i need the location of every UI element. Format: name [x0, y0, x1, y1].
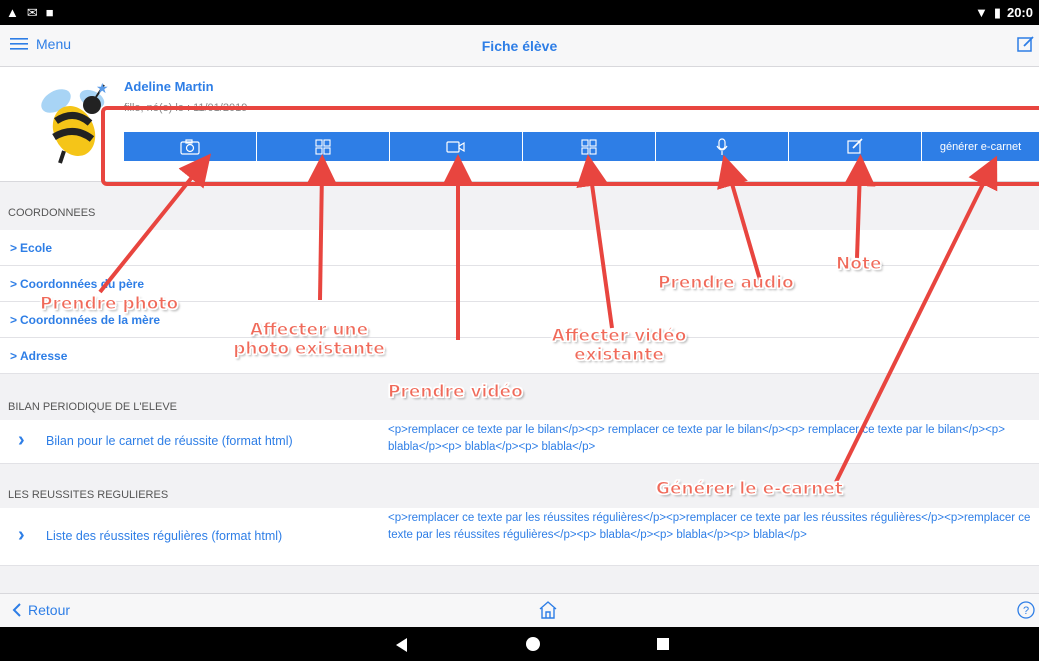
chevron-right-icon: › — [18, 524, 25, 546]
row-label: Coordonnées du père — [20, 276, 145, 291]
annotation-take-photo: Prendre photo — [39, 294, 179, 314]
row-ecole[interactable]: > Ecole — [0, 230, 1039, 266]
chevron-right-icon: > — [10, 276, 18, 291]
status-bar: ▲ ✉ ■ ▼ ▮ 20:0 — [0, 0, 1039, 25]
row-reussites[interactable]: › Liste des réussites régulières (format… — [0, 508, 1039, 566]
menu-label: Menu — [36, 36, 72, 52]
help-button[interactable]: ? — [1017, 601, 1035, 624]
section-title-coordonnees: COORDONNEES — [0, 182, 1039, 230]
system-back-icon[interactable] — [396, 638, 407, 652]
back-button[interactable]: Retour — [12, 602, 70, 618]
menu-button[interactable]: Menu — [10, 36, 71, 52]
svg-text:?: ? — [1023, 605, 1029, 617]
help-icon: ? — [1017, 601, 1035, 619]
home-icon — [539, 601, 557, 619]
row-label: Liste des réussites régulières (format h… — [46, 529, 283, 543]
section-title-reussites: LES REUSSITES REGULIERES — [0, 464, 1039, 508]
system-recents-icon[interactable] — [657, 638, 669, 650]
favorite-star-icon[interactable]: ★ — [96, 80, 109, 97]
annotation-record-audio: Prendre audio — [658, 273, 795, 293]
student-name: Adeline Martin — [124, 79, 214, 94]
battery-icon: ▮ — [993, 4, 1001, 20]
annotation-assign-photo: Affecter une photo existante — [233, 320, 385, 359]
annotation-highlight-box — [101, 106, 1039, 186]
chevron-right-icon: > — [10, 240, 18, 255]
status-time: 20:0 — [1006, 5, 1033, 20]
page-title: Fiche élève — [481, 38, 558, 54]
notification-icon: ▲ — [6, 5, 19, 20]
row-bilan[interactable]: › Bilan pour le carnet de réussite (form… — [0, 420, 1039, 464]
system-home-icon[interactable] — [526, 637, 540, 651]
lock-icon: ■ — [45, 5, 54, 20]
app-screen: ▲ ✉ ■ ▼ ▮ 20:0 Menu Fiche élève ★ Adelin… — [0, 0, 1039, 661]
annotation-generate-ecarnet: Générer le e-carnet — [656, 479, 844, 499]
back-label: Retour — [28, 602, 71, 618]
row-label: Bilan pour le carnet de réussite (format… — [46, 434, 293, 448]
hamburger-icon — [10, 38, 28, 50]
row-value: <p>remplacer ce texte par le bilan</p><p… — [388, 424, 1005, 453]
edit-button[interactable] — [1017, 35, 1035, 58]
annotation-take-video: Prendre vidéo — [388, 382, 524, 402]
chevron-left-icon — [12, 603, 21, 617]
chevron-right-icon: › — [18, 429, 25, 451]
row-adresse[interactable]: > Adresse — [0, 338, 1039, 374]
row-label: Adresse — [20, 348, 68, 363]
row-label: Ecole — [20, 240, 53, 255]
mail-icon: ✉ — [26, 4, 38, 20]
home-button[interactable] — [538, 600, 558, 625]
row-value: <p>remplacer ce texte par les réussites … — [388, 512, 1031, 541]
annotation-assign-video: Affecter vidéo existante — [551, 326, 687, 365]
chevron-right-icon: > — [10, 312, 18, 327]
edit-icon — [1017, 36, 1034, 52]
bottom-bar: Retour ? — [0, 593, 1039, 627]
chevron-right-icon: > — [10, 348, 18, 363]
wifi-icon: ▼ — [974, 5, 988, 20]
row-label: Coordonnées de la mère — [20, 312, 161, 327]
annotation-note: Note — [836, 254, 883, 274]
system-navigation-bar — [0, 627, 1039, 661]
navigation-bar: Menu Fiche élève — [0, 25, 1039, 67]
